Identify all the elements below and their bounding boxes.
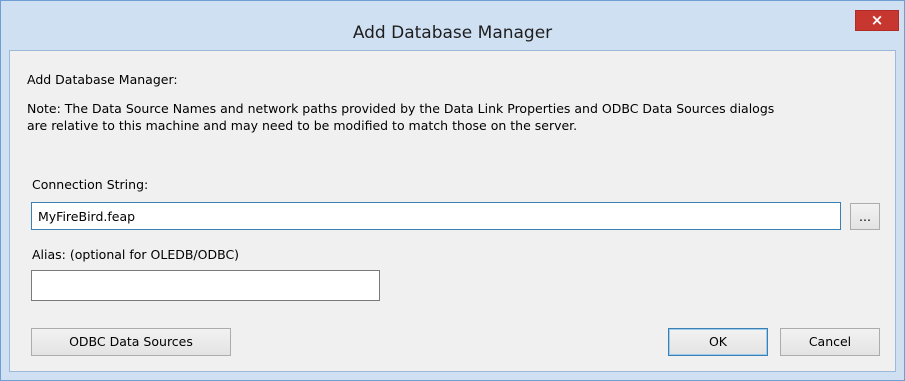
- note-text-line-1: Note: The Data Source Names and network …: [27, 101, 775, 116]
- alias-input[interactable]: [31, 270, 380, 301]
- cancel-button[interactable]: Cancel: [780, 328, 880, 356]
- ok-button[interactable]: OK: [668, 328, 768, 356]
- browse-button[interactable]: ...: [850, 203, 880, 230]
- add-database-manager-window: Add Database Manager × Add Database Mana…: [0, 0, 905, 381]
- connection-string-label: Connection String:: [32, 177, 149, 192]
- odbc-data-sources-button[interactable]: ODBC Data Sources: [31, 328, 231, 356]
- connection-string-input[interactable]: [31, 202, 841, 230]
- title-bar[interactable]: Add Database Manager ×: [1, 1, 904, 50]
- close-button[interactable]: ×: [855, 10, 899, 31]
- dialog-heading: Add Database Manager:: [27, 72, 178, 87]
- close-icon: ×: [870, 11, 884, 29]
- note-text-line-2: are relative to this machine and may nee…: [27, 118, 578, 133]
- window-title: Add Database Manager: [352, 23, 553, 43]
- alias-label: Alias: (optional for OLEDB/ODBC): [32, 247, 240, 262]
- dialog-body: Add Database Manager: Note: The Data Sou…: [9, 50, 896, 372]
